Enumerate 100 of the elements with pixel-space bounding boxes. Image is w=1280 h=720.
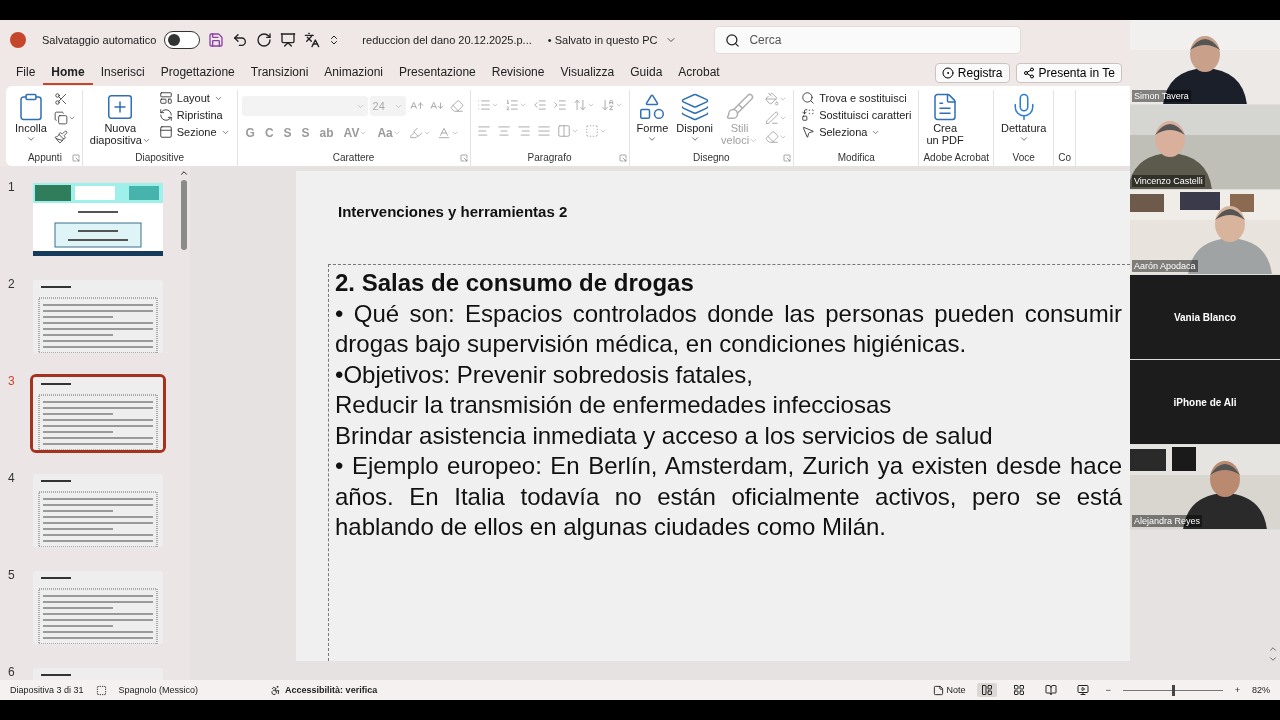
menu-tab[interactable]: Transizioni [242, 61, 317, 85]
ribbon-button[interactable]: Disponi [673, 90, 716, 146]
undo-icon[interactable] [232, 32, 249, 48]
slide-line: Brindar asistencia inmediata y acceso a los servicios de salud [335, 420, 994, 451]
normal-view-icon [981, 684, 994, 696]
scroll-up-icon[interactable] [1268, 644, 1278, 654]
slide-number: 1 [8, 180, 16, 196]
menu-tab[interactable]: Presentazione [391, 61, 484, 85]
slide-number: 4 [8, 471, 16, 487]
participant-name: Vania Blanco [1173, 311, 1237, 323]
search-field[interactable]: Cerca [715, 27, 1021, 53]
group-label: Voce [1012, 152, 1035, 165]
zoom-level[interactable]: 82% [1252, 685, 1270, 695]
slide-paragraph: • Ejemplo europeo: En Berlín, Amsterdam, Zurich ya existen desde hace años. En Italia todavía no están oficialmente activos, pero se está hablando de ellos en algunas ciudades como Milán. [335, 451, 1122, 542]
layout-icon [158, 91, 173, 105]
ribbon-button[interactable]: Dettatura [998, 90, 1050, 146]
align-right-icon [516, 124, 531, 138]
menu-tab[interactable]: Guida [622, 61, 671, 85]
group-label: Adobe Acrobat [923, 152, 990, 165]
menu-tab[interactable]: Visualizza [552, 61, 623, 85]
numbering-icon [504, 98, 519, 112]
group-label: Appunti [27, 152, 62, 165]
ribbon-button[interactable]: Forme [633, 90, 672, 146]
scroll-down-icon[interactable] [1268, 654, 1278, 664]
grid-view-icon [1013, 684, 1026, 696]
slide-thumbnail[interactable] [33, 571, 163, 644]
app-logo [10, 32, 26, 48]
group-label: Paragrafo [527, 152, 572, 165]
ribbon-button[interactable]: Nuova diapositiva [86, 90, 154, 148]
launcher-icon[interactable] [459, 154, 468, 162]
scroll-up-icon[interactable] [179, 168, 189, 178]
slide-number: 2 [8, 277, 16, 293]
group-label: Diapositive [135, 152, 185, 165]
zoom-in-button[interactable]: + [1234, 685, 1240, 695]
scrollbar-thumb[interactable] [181, 180, 187, 250]
launcher-icon[interactable] [71, 154, 80, 162]
save-icon[interactable] [208, 32, 225, 48]
notes-icon[interactable] [933, 684, 945, 696]
zoom-thumb[interactable] [1171, 684, 1175, 696]
slide-line: •Objetivos: Prevenir sobredosis fatales, [335, 359, 754, 390]
ribbon-button[interactable]: Ripristina [155, 107, 226, 123]
presentation-icon[interactable] [280, 32, 297, 48]
ribbon-button[interactable]: Crea un PDF [923, 90, 967, 148]
group-label: Co [1058, 152, 1072, 165]
ribbon-button[interactable]: Sezione [155, 124, 233, 140]
ribbon-button[interactable]: Trova e sostituisci [798, 90, 910, 106]
ribbon-button[interactable]: Layout [155, 90, 226, 106]
align-left-icon [476, 124, 491, 138]
slide-paragraph: • Qué son: Espacios controlados donde las personas pueden consumir drogas bajo supervisión médica, en condiciones higiénicas. [335, 298, 1122, 359]
eraser-icon [449, 99, 464, 113]
paint-bucket-icon [765, 92, 780, 106]
bullets-icon [476, 98, 491, 112]
participant-name: Simon Tavera [1132, 90, 1191, 102]
slide-thumbnail[interactable] [33, 280, 163, 353]
text-direction-icon [600, 98, 615, 112]
save-status[interactable]: • Salvato in questo PC [547, 34, 658, 46]
ribbon-button[interactable]: Incolla [12, 90, 50, 146]
record-icon [941, 67, 954, 79]
slide-title: Intervenciones y herramientas 2 [338, 203, 568, 220]
language-label[interactable]: Spagnolo (Messico) [118, 685, 199, 695]
layers-icon [679, 92, 710, 122]
menu-tab[interactable]: Acrobat [670, 61, 728, 85]
ribbon-button[interactable]: Sostituisci caratteri [798, 107, 915, 123]
slide-thumbnail[interactable] [33, 377, 163, 450]
reset-icon [158, 108, 173, 122]
menu-tab[interactable]: Progettazione [152, 61, 243, 85]
eraser-icon [765, 130, 780, 144]
notes-button[interactable]: Note [946, 685, 966, 695]
pointer-icon [801, 125, 816, 139]
slide-thumbnail[interactable] [33, 474, 163, 547]
autosave-toggle[interactable] [164, 31, 201, 49]
redo-icon[interactable] [256, 32, 273, 48]
launcher-icon[interactable] [783, 154, 792, 162]
spellcheck-icon[interactable] [95, 684, 107, 696]
record-button[interactable]: Registra [934, 63, 1010, 83]
present-button[interactable]: Presenta in Te [1015, 63, 1122, 83]
brush-icon [724, 92, 755, 122]
group-label: Modifica [837, 152, 875, 165]
accessibility-status[interactable]: Accessibilità: verifica [285, 685, 378, 695]
slide-thumbnail[interactable] [33, 183, 163, 256]
participant-name: Aarón Apodaca [1132, 260, 1198, 272]
slide-number: 6 [8, 665, 16, 680]
pen-icon [765, 111, 780, 125]
menu-tab[interactable]: Revisione [483, 61, 553, 85]
launcher-icon[interactable] [618, 154, 627, 162]
view-button[interactable] [977, 683, 998, 697]
ribbon-button[interactable]: Seleziona [798, 124, 884, 140]
scissors-icon [53, 92, 68, 106]
autosave-label: Salvataggio automatico [42, 34, 157, 46]
participant-name: Vincenzo Castelli [1132, 175, 1205, 187]
align-center-icon [496, 124, 511, 138]
font-color-icon [436, 126, 451, 140]
slide-number: 3 [8, 374, 16, 390]
copy-icon [53, 111, 68, 125]
accessibility-icon[interactable] [270, 684, 282, 696]
menu-tab[interactable]: Inserisci [92, 61, 153, 85]
menu-tab[interactable]: File [8, 61, 44, 85]
zoom-out-button[interactable]: − [1105, 685, 1111, 695]
file-name: reduccion del dano 20.12.2025.p... [362, 34, 532, 46]
menu-tab[interactable]: Animazioni [316, 61, 392, 85]
